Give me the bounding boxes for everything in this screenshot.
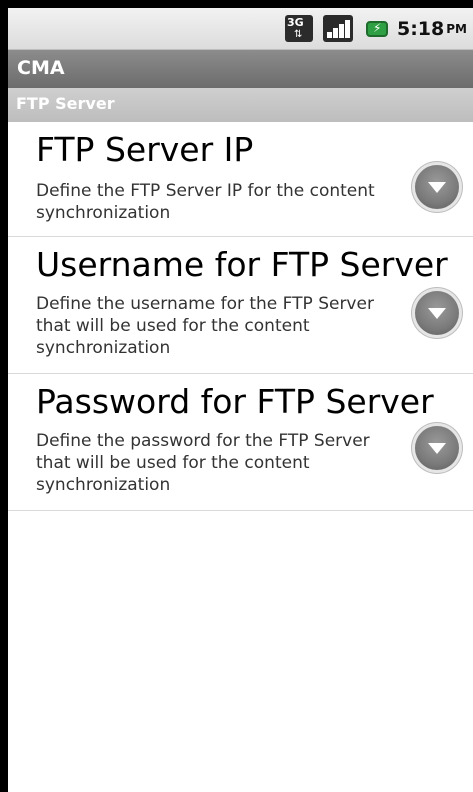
preference-title: FTP Server IP — [36, 130, 254, 169]
preference-username[interactable]: Username for FTP Server Define the usern… — [8, 237, 473, 374]
app-title-bar: CMA — [8, 50, 473, 88]
clock-ampm: PM — [446, 21, 467, 36]
clock-time: 5:18 — [396, 17, 445, 40]
dropdown-arrow-icon[interactable] — [415, 426, 459, 470]
status-icons: 3G ⇅ ⚡ 5:18 PM — [284, 8, 473, 49]
signal-strength-icon — [322, 15, 353, 42]
network-3g-icon: 3G ⇅ — [284, 15, 313, 42]
preference-summary: Define the password for the FTP Server t… — [36, 431, 370, 495]
preference-title: Username for FTP Server — [36, 245, 448, 284]
category-title: FTP Server — [16, 94, 115, 113]
dropdown-arrow-icon[interactable] — [415, 165, 459, 209]
app-screen: 3G ⇅ ⚡ 5:18 PM CMA FTP Server FTP Server… — [8, 8, 473, 792]
network-label: 3G — [286, 16, 304, 29]
battery-charging-icon: ⚡ — [363, 18, 389, 40]
preference-password[interactable]: Password for FTP Server Define the passw… — [8, 374, 473, 511]
app-title: CMA — [17, 57, 65, 79]
dropdown-arrow-icon[interactable] — [415, 291, 459, 335]
status-bar: 3G ⇅ ⚡ 5:18 PM — [8, 8, 473, 50]
preference-ftp-server-ip[interactable]: FTP Server IP Define the FTP Server IP f… — [8, 122, 473, 237]
preference-category-header: FTP Server — [8, 88, 473, 122]
preference-summary: Define the FTP Server IP for the content… — [36, 181, 375, 223]
preference-summary: Define the username for the FTP Server t… — [36, 294, 374, 358]
data-activity-icon: ⇅ — [293, 29, 303, 40]
preference-title: Password for FTP Server — [36, 382, 434, 421]
